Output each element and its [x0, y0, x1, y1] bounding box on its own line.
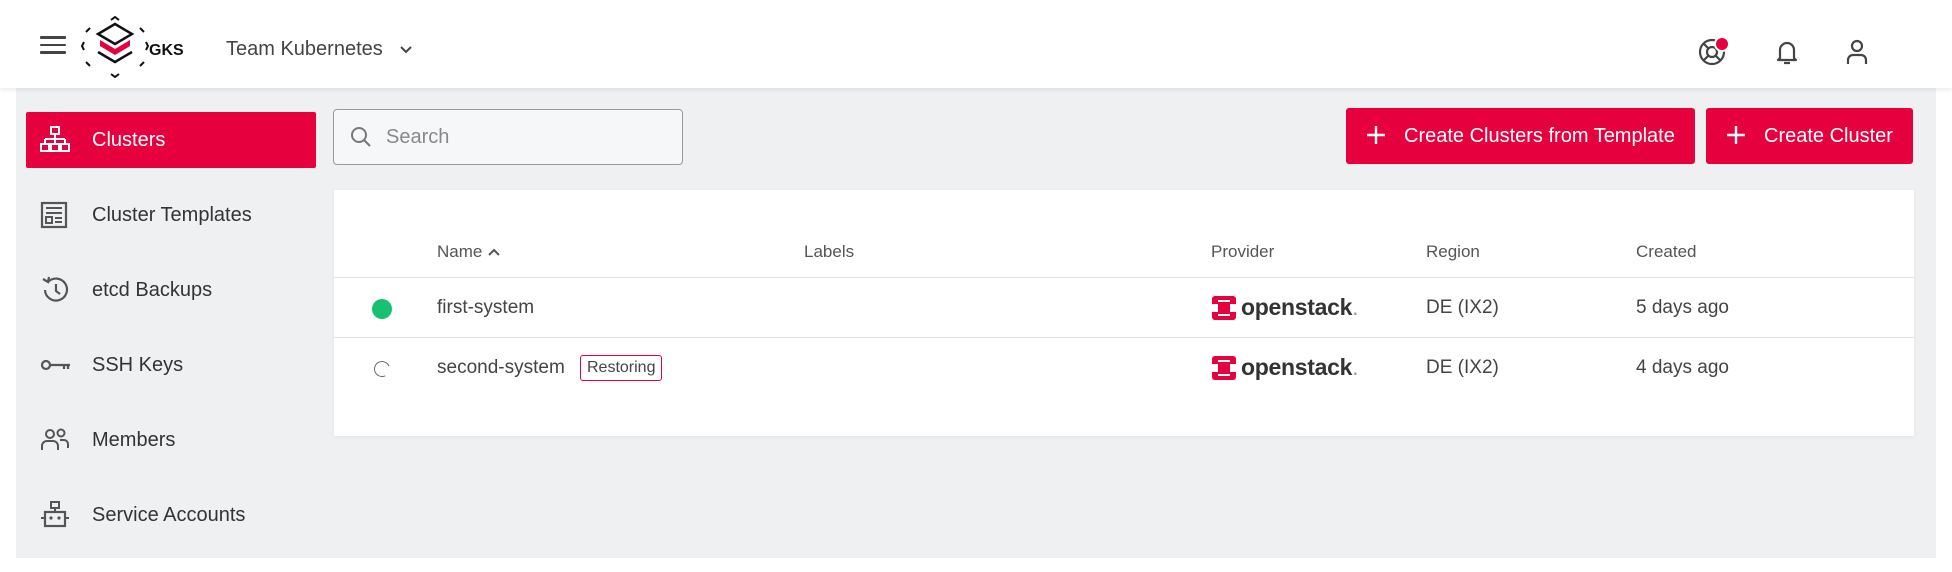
- search-input[interactable]: [386, 125, 666, 149]
- status-running-icon: [372, 299, 392, 319]
- create-cluster-button[interactable]: Create Cluster: [1706, 108, 1913, 164]
- sitemap-icon: [40, 126, 70, 152]
- column-header-created: Created: [1636, 242, 1697, 261]
- created-cell: 4 days ago: [1636, 357, 1729, 378]
- clusters-table: Name Labels Provider Region Created firs…: [334, 190, 1914, 436]
- plus-icon: [1727, 126, 1745, 144]
- project-selector[interactable]: Team Kubernetes: [226, 38, 413, 61]
- sidebar-item-label: etcd Backups: [92, 278, 213, 301]
- search-icon: [351, 127, 371, 147]
- project-name: Team Kubernetes: [226, 38, 383, 60]
- provider-name: openstack: [1241, 294, 1353, 320]
- notification-badge: [1714, 36, 1730, 52]
- search-box[interactable]: [333, 109, 683, 165]
- provider-logo: openstack.: [1211, 354, 1358, 381]
- column-header-labels: Labels: [804, 242, 855, 261]
- top-bar: GKS Team Kubernetes: [0, 0, 1952, 88]
- sidebar-item-label: Service Accounts: [92, 503, 246, 526]
- region-cell: DE (IX2): [1426, 357, 1499, 378]
- logo-text: GKS: [149, 42, 184, 59]
- table-row[interactable]: first-system openstack. DE (IX2) 5 days …: [334, 277, 1914, 337]
- menu-icon[interactable]: [40, 36, 66, 56]
- gks-logo[interactable]: [80, 16, 150, 80]
- members-icon: [41, 428, 69, 450]
- chevron-down-icon: [400, 45, 412, 53]
- sidebar-item-label: Members: [92, 428, 176, 451]
- sidebar-item-label: Clusters: [92, 128, 166, 151]
- sidebar-item-label: Cluster Templates: [92, 203, 252, 226]
- sidebar-item-etcd-backups[interactable]: etcd Backups: [26, 262, 316, 318]
- sidebar-item-members[interactable]: Members: [26, 412, 316, 468]
- created-cell: 5 days ago: [1636, 297, 1729, 318]
- sidebar-item-label: SSH Keys: [92, 353, 184, 376]
- region-cell: DE (IX2): [1426, 297, 1499, 318]
- openstack-icon: [1212, 295, 1236, 320]
- table-row[interactable]: second-system Restoring openstack. DE (I…: [334, 337, 1914, 397]
- content-area: Clusters Cluster Templates etcd Backups: [16, 88, 1936, 558]
- column-header-provider: Provider: [1211, 242, 1275, 261]
- template-icon: [40, 201, 68, 229]
- plus-icon: [1367, 126, 1385, 144]
- key-icon: [40, 359, 70, 371]
- cluster-name: first-system: [437, 297, 535, 318]
- sidebar-item-ssh-keys[interactable]: SSH Keys: [26, 337, 316, 393]
- openstack-icon: [1212, 355, 1236, 380]
- sidebar-item-cluster-templates[interactable]: Cluster Templates: [26, 187, 316, 243]
- status-badge: Restoring: [580, 355, 663, 381]
- sidebar-item-clusters[interactable]: Clusters: [26, 112, 316, 168]
- bell-icon[interactable]: [1771, 36, 1803, 68]
- column-header-region: Region: [1426, 242, 1480, 261]
- sidebar-item-service-accounts[interactable]: Service Accounts: [26, 487, 316, 543]
- button-label: Create Cluster: [1764, 124, 1893, 147]
- status-loading-icon: [371, 358, 393, 380]
- column-header-name[interactable]: Name: [437, 242, 501, 262]
- user-icon[interactable]: [1841, 36, 1873, 68]
- cluster-name: second-system: [437, 357, 565, 378]
- history-icon: [42, 276, 69, 302]
- robot-icon: [41, 501, 69, 528]
- sort-asc-icon: [488, 248, 501, 256]
- button-label: Create Clusters from Template: [1404, 124, 1675, 147]
- provider-name: openstack: [1241, 354, 1353, 380]
- create-clusters-from-template-button[interactable]: Create Clusters from Template: [1346, 108, 1695, 164]
- provider-logo: openstack.: [1211, 294, 1358, 321]
- sidebar: Clusters Cluster Templates etcd Backups: [26, 112, 316, 562]
